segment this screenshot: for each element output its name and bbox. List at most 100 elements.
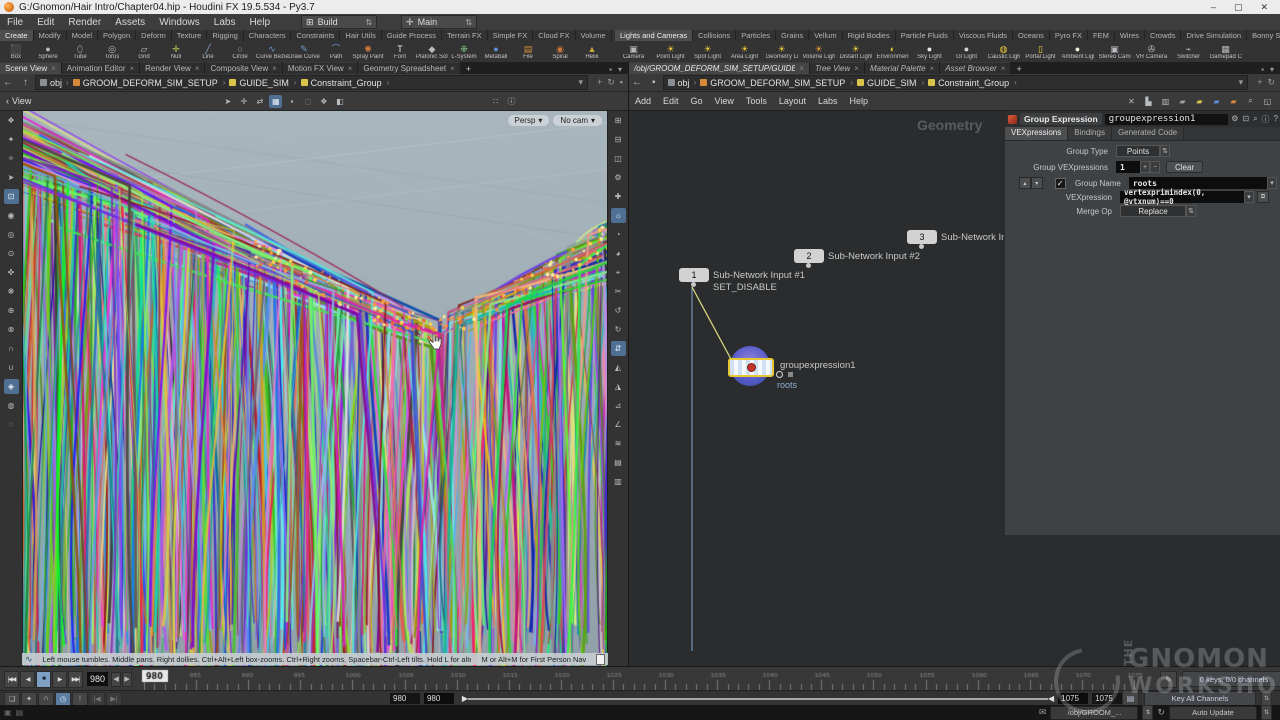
reorder-down-button[interactable]: ▾ [1031, 177, 1043, 189]
pane-tab[interactable]: Material Palette × [865, 62, 939, 74]
minimize-button[interactable]: – [1211, 2, 1216, 13]
menu-item[interactable]: Labs [207, 17, 243, 28]
playback-range-start-field[interactable]: 980 [424, 693, 454, 704]
collapse-icon[interactable]: ‹ [6, 96, 9, 106]
keys-channels-button[interactable]: 0 keys, 0/0 channels [1182, 671, 1280, 687]
vexpression-field[interactable]: vertexprimindex(0, @vtxnum)==0 [1120, 191, 1244, 203]
network-toolbar-icon[interactable]: ✕ [1125, 95, 1138, 108]
global-range-end-field[interactable]: 1075 [1092, 693, 1122, 704]
network-menu-item[interactable]: Layout [773, 96, 812, 106]
shelf-tool-button[interactable]: ◐ Environment Light [874, 41, 911, 62]
pin-icon[interactable]: + [597, 77, 602, 88]
status-icon[interactable]: ▤ [16, 708, 24, 717]
new-tab-button[interactable]: + [1011, 64, 1026, 74]
viewport-tool-icon[interactable]: ⊕ [4, 303, 19, 318]
timeline-ruler[interactable] [140, 668, 1160, 691]
merge-op-select[interactable]: Replace [1120, 205, 1186, 217]
shelf-tool-button[interactable]: ● Ambient Light [1059, 41, 1096, 62]
network-menu-item[interactable]: View [709, 96, 740, 106]
shelf-tool-button[interactable]: ◉ Spiral [544, 41, 576, 62]
display-option-icon[interactable]: ▥ [611, 474, 626, 489]
shelf-tab[interactable]: Modify [34, 30, 67, 41]
pane-tab[interactable]: Composite View × [205, 62, 281, 74]
menu-item[interactable]: File [0, 17, 30, 28]
shelf-tool-button[interactable]: ⌒ Path [320, 41, 352, 62]
shelf-tab[interactable]: Model [67, 30, 98, 41]
transport-button[interactable]: |◀◀ [4, 671, 19, 688]
display-option-icon[interactable]: ↻ [611, 322, 626, 337]
breadcrumb-item[interactable]: GROOM_DEFORM_SIM_SETUP › [700, 78, 855, 88]
dropdown-icon[interactable]: ▾ [1267, 177, 1277, 189]
display-option-icon[interactable]: ≋ [611, 436, 626, 451]
shelf-tool-button[interactable]: ☀ Volume Light [800, 41, 837, 62]
viewport-tool-icon[interactable]: ◈ [4, 379, 19, 394]
shelf-tool-button[interactable]: ◎ Torus [96, 41, 128, 62]
3d-viewport[interactable]: ❖✦✧➤⊡◉◎⊙✜❋⊕⊗∩∪◈◍◌ ⊞⊟◫⚙✚☼◔◕⌖✂↺↻⇵◭◮⊿∠≋▤▥ P… [0, 111, 628, 669]
path-dropdown-icon[interactable]: ▾ [1239, 77, 1244, 88]
shelf-tool-button[interactable]: ▲ Helix [576, 41, 608, 62]
display-option-icon[interactable]: ◔ [611, 227, 626, 242]
panel-header-icon[interactable]: ⌕ [1253, 114, 1257, 125]
shelf-tab[interactable]: Constraints [291, 30, 340, 41]
network-toolbar-icon[interactable]: ▰ [1210, 95, 1223, 108]
shelf-tool-button[interactable]: ☀ Spot Light [689, 41, 726, 62]
shelf-tool-button[interactable]: ● Sphere [32, 41, 64, 62]
network-toolbar-icon[interactable]: ▰ [1227, 95, 1240, 108]
shelf-tool-button[interactable]: ✎ Draw Curve [288, 41, 320, 62]
status-icon[interactable]: ▣ [4, 708, 12, 717]
pane-tab[interactable]: Geometry Spreadsheet × [358, 62, 459, 74]
breadcrumb[interactable]: obj › GROOM_DEFORM_SIM_SETUP › GUIDE_SIM… [663, 75, 1249, 90]
shelf-tool-button[interactable]: ✺ Spray Paint [352, 41, 384, 62]
playback-toggle-button[interactable]: ◷ [55, 692, 71, 706]
shelf-tool-button[interactable]: ▱ Grid [128, 41, 160, 62]
display-option-icon[interactable]: ▤ [611, 455, 626, 470]
shelf-tool-button[interactable]: ☀ Point Light [652, 41, 689, 62]
display-option-icon[interactable]: ∠ [611, 417, 626, 432]
close-button[interactable]: ✕ [1260, 2, 1268, 13]
close-tab-icon[interactable]: × [450, 63, 455, 74]
viewport-mode-icon[interactable]: ⇄ [253, 95, 266, 108]
output-ring-icon[interactable] [776, 371, 783, 378]
pane-maximize-icon[interactable]: ▪ [609, 65, 612, 74]
camera-selector[interactable]: No cam▾ [553, 115, 602, 126]
forward-icon[interactable]: ▪ [649, 77, 659, 88]
shelf-tab[interactable]: Simple FX [488, 30, 534, 41]
shelf-tool-button[interactable]: ● Sky Light [911, 41, 948, 62]
menu-item[interactable]: Assets [108, 17, 152, 28]
shelf-tab[interactable]: Hair Utils [340, 30, 381, 41]
display-option-icon[interactable]: ☼ [611, 208, 626, 223]
menu-item[interactable]: Windows [152, 17, 207, 28]
display-option-icon[interactable]: ⊟ [611, 132, 626, 147]
subnet-input-node-1[interactable]: 1 [679, 268, 709, 282]
spinner-icon[interactable]: ⇅ [1142, 705, 1153, 720]
remove-vexpression-button[interactable]: − [1150, 161, 1160, 173]
subnet-input-node-2[interactable]: 2 [794, 249, 824, 263]
shelf-tab[interactable]: Viscous Fluids [954, 30, 1013, 41]
viewport-tool-icon[interactable]: ∪ [4, 360, 19, 375]
shelf-tab[interactable]: Deform [136, 30, 172, 41]
network-menu-item[interactable]: Help [843, 96, 874, 106]
pane-tab[interactable]: Asset Browser × [940, 62, 1010, 74]
shelf-tool-button[interactable]: ∿ Curve Bezier [256, 41, 288, 62]
current-frame-field[interactable]: 980 [87, 672, 108, 686]
layout-selector[interactable]: ✛ Main ⇅ [401, 15, 477, 29]
close-tab-icon[interactable]: × [348, 63, 353, 74]
network-toolbar-icon[interactable]: ▰ [1193, 95, 1206, 108]
viewport-mode-icon[interactable]: ➤ [221, 95, 234, 108]
pane-tab[interactable]: Render View × [140, 62, 204, 74]
breadcrumb-item[interactable]: Constraint_Group › [928, 78, 1019, 88]
shelf-tool-button[interactable]: ✇ VR Camera [1133, 41, 1170, 62]
network-toolbar-icon[interactable]: ▥ [1159, 95, 1172, 108]
shelf-tool-button[interactable]: ☀ Area Light [726, 41, 763, 62]
parameter-tab[interactable]: VEXpressions [1005, 127, 1068, 140]
vexpression-count-field[interactable]: 1 [1116, 161, 1140, 173]
viewport-option-icon[interactable]: ⓘ [505, 95, 518, 108]
viewport-tool-icon[interactable]: ◉ [4, 208, 19, 223]
viewport-option-icon[interactable]: ∷ [489, 95, 502, 108]
shelf-tool-button[interactable]: ╱ Line [192, 41, 224, 62]
pane-tab[interactable]: /obj/GROOM_DEFORM_SIM_SETUP/GUIDE_SIM/Co… [629, 62, 809, 74]
breadcrumb-item[interactable]: GROOM_DEFORM_SIM_SETUP › [73, 78, 228, 88]
viewport-mode-icon[interactable]: ◧ [333, 95, 346, 108]
message-bubble-icon[interactable]: ✉ [1039, 707, 1047, 718]
viewport-tool-icon[interactable]: ✧ [4, 151, 19, 166]
